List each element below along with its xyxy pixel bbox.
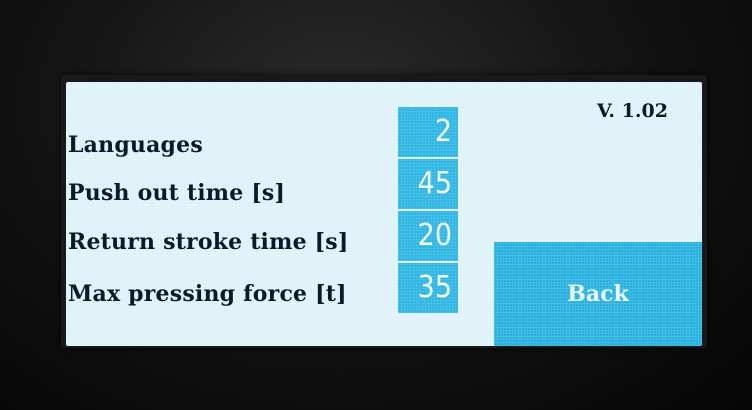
settings-display: V. 1.02 Languages 2 Push out time [s] 45… xyxy=(66,82,702,346)
back-button[interactable]: Back xyxy=(494,242,702,346)
setting-label-push-out-time: Push out time [s] xyxy=(68,180,286,206)
setting-value-languages[interactable]: 2 xyxy=(398,107,458,157)
setting-label-return-stroke-time: Return stroke time [s] xyxy=(68,229,349,255)
version-label: V. 1.02 xyxy=(597,100,668,122)
setting-value-return-stroke-time[interactable]: 20 xyxy=(398,211,458,261)
setting-value-push-out-time[interactable]: 45 xyxy=(398,159,458,209)
setting-label-max-pressing-force: Max pressing force [t] xyxy=(68,281,347,307)
setting-label-languages: Languages xyxy=(68,132,203,158)
setting-value-max-pressing-force[interactable]: 35 xyxy=(398,263,458,313)
